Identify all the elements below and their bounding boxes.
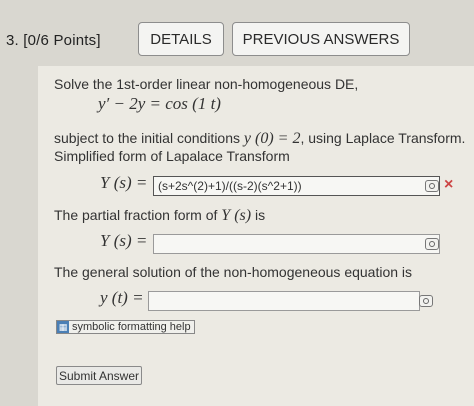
question-header: 3. [0/6 Points] DETAILS PREVIOUS ANSWERS bbox=[0, 0, 474, 62]
incorrect-x-icon: × bbox=[444, 176, 454, 193]
preview-eye-icon[interactable] bbox=[425, 180, 439, 192]
initial-condition: y (0) = 2 bbox=[243, 130, 301, 147]
simplified-label: Simplified form of Lapalace Transform bbox=[54, 148, 290, 164]
general-lhs: y (t) = bbox=[100, 288, 144, 307]
previous-answers-button[interactable]: PREVIOUS ANSWERS bbox=[232, 22, 410, 56]
partial-fraction-input[interactable] bbox=[153, 234, 440, 254]
help-label: symbolic formatting help bbox=[72, 321, 191, 333]
partial-label-prefix: The partial fraction form of bbox=[54, 207, 218, 223]
differential-equation: y′ − 2y = cos (1 t) bbox=[98, 94, 221, 113]
partial-fraction-label: The partial fraction form of Y (s) is bbox=[54, 207, 265, 225]
laplace-answer-input[interactable]: (s+2s^(2)+1)/((s-2)(s^2+1)) bbox=[153, 176, 440, 196]
partial-lhs: Y (s) = bbox=[100, 231, 148, 250]
general-solution-label: The general solution of the non-homogene… bbox=[54, 264, 413, 280]
partial-label-suffix: is bbox=[254, 207, 266, 223]
preview-eye-icon[interactable] bbox=[419, 295, 433, 307]
conditions-line: subject to the initial conditions y (0) … bbox=[54, 130, 465, 148]
symbolic-formatting-help-link[interactable]: ▦ symbolic formatting help bbox=[56, 320, 195, 334]
problem-intro: Solve the 1st-order linear non-homogeneo… bbox=[54, 76, 359, 92]
question-panel: Solve the 1st-order linear non-homogeneo… bbox=[38, 66, 474, 406]
preview-eye-icon[interactable] bbox=[425, 238, 439, 250]
question-number-points: 3. [0/6 Points] bbox=[6, 32, 101, 49]
conditions-prefix: subject to the initial conditions bbox=[54, 130, 240, 146]
help-icon: ▦ bbox=[57, 321, 69, 333]
general-solution-input[interactable] bbox=[148, 291, 420, 311]
conditions-suffix: , using Laplace Transform. bbox=[300, 130, 466, 146]
details-button[interactable]: DETAILS bbox=[138, 22, 224, 56]
partial-label-symbol: Y (s) bbox=[221, 207, 252, 224]
submit-answer-button[interactable]: Submit Answer bbox=[56, 366, 142, 385]
laplace-lhs: Y (s) = bbox=[100, 173, 148, 192]
